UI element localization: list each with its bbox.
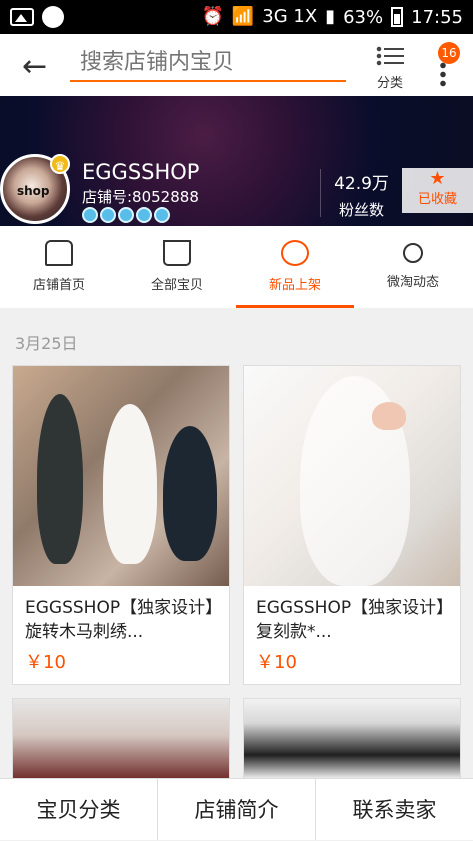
shop-number: 店铺号:8052888 — [82, 186, 199, 207]
shop-search-input[interactable] — [70, 44, 346, 82]
logo-text: shop — [17, 184, 50, 198]
back-arrow-icon[interactable]: ← — [22, 49, 47, 84]
contact-seller-button[interactable]: 联系卖家 — [316, 779, 473, 840]
list-icon — [376, 46, 404, 66]
tab-new-products-label: 新品上架 — [236, 274, 354, 293]
section-date: 3月25日 — [15, 330, 78, 354]
shop-introduction-button[interactable]: 店铺简介 — [158, 779, 316, 840]
bag-icon — [163, 240, 191, 266]
product-image — [13, 699, 229, 779]
tab-store-home-label: 店铺首页 — [0, 274, 118, 293]
shop-tabs: 店铺首页 全部宝贝 新品上架 微淘动态 — [0, 226, 473, 308]
fans-count: 42.9万 粉丝数 — [320, 169, 402, 217]
status-bar: ⏰ 📶 3G 1X ▮ 63% 17:55 — [0, 0, 473, 34]
notification-badge: 16 — [438, 42, 460, 64]
tab-store-home[interactable]: 店铺首页 — [0, 226, 118, 308]
time: 17:55 — [411, 7, 463, 28]
product-image — [244, 366, 460, 586]
star-icon: ★ — [402, 170, 473, 188]
tab-weitao[interactable]: 微淘动态 — [354, 226, 472, 308]
product-price: ￥10 — [244, 648, 460, 674]
battery-percent: 63% — [343, 7, 383, 28]
chat-notification-icon — [42, 6, 64, 28]
more-icon — [440, 61, 446, 87]
diamond-icon — [100, 207, 116, 223]
diamond-icon — [136, 207, 152, 223]
image-notification-icon — [10, 8, 34, 26]
search-bar: ← 分类 16 — [0, 34, 473, 96]
fans-label: 粉丝数 — [321, 199, 402, 220]
product-card[interactable]: EGGSSHOP【独家设计】旋转木马刺绣... ￥10 — [12, 365, 230, 685]
tab-weitao-label: 微淘动态 — [354, 271, 472, 290]
category-label: 分类 — [377, 76, 403, 91]
diamond-icon — [82, 207, 98, 223]
product-card[interactable] — [243, 698, 461, 778]
fans-number: 42.9万 — [321, 169, 402, 194]
diamond-rating — [82, 207, 170, 223]
battery-icon — [391, 7, 403, 27]
product-title: EGGSSHOP【独家设计】复刻款*... — [244, 586, 460, 644]
product-card[interactable]: EGGSSHOP【独家设计】复刻款*... ￥10 — [243, 365, 461, 685]
product-price: ￥10 — [13, 648, 229, 674]
alarm-icon: ⏰ — [201, 8, 223, 26]
diamond-icon — [118, 207, 134, 223]
broadcast-icon — [403, 243, 423, 263]
shop-name: EGGSSHOP — [82, 160, 199, 184]
favorited-button[interactable]: ★ 已收藏 — [402, 168, 473, 213]
sim-icon: ▮ — [325, 8, 335, 26]
tab-all-products-label: 全部宝贝 — [118, 274, 236, 293]
favorite-label: 已收藏 — [402, 188, 473, 207]
product-title: EGGSSHOP【独家设计】旋转木马刺绣... — [13, 586, 229, 644]
wifi-icon: 📶 — [232, 8, 254, 26]
new-products-icon — [281, 240, 309, 266]
tab-new-products[interactable]: 新品上架 — [236, 226, 354, 308]
bottom-navigation: 宝贝分类 店铺简介 联系卖家 — [0, 778, 473, 840]
product-card[interactable] — [12, 698, 230, 778]
product-image — [244, 699, 460, 779]
shop-header: shop ♛ EGGSSHOP 店铺号:8052888 42.9万 粉丝数 ★ … — [0, 96, 473, 226]
product-image — [13, 366, 229, 586]
product-categories-button[interactable]: 宝贝分类 — [0, 779, 158, 840]
tab-all-products[interactable]: 全部宝贝 — [118, 226, 236, 308]
network-type-label: 3G 1X — [262, 8, 317, 26]
diamond-icon — [154, 207, 170, 223]
more-button[interactable]: 16 — [431, 46, 455, 90]
category-button[interactable]: 分类 — [370, 42, 410, 90]
crown-icon: ♛ — [50, 154, 70, 174]
store-icon — [45, 240, 73, 266]
